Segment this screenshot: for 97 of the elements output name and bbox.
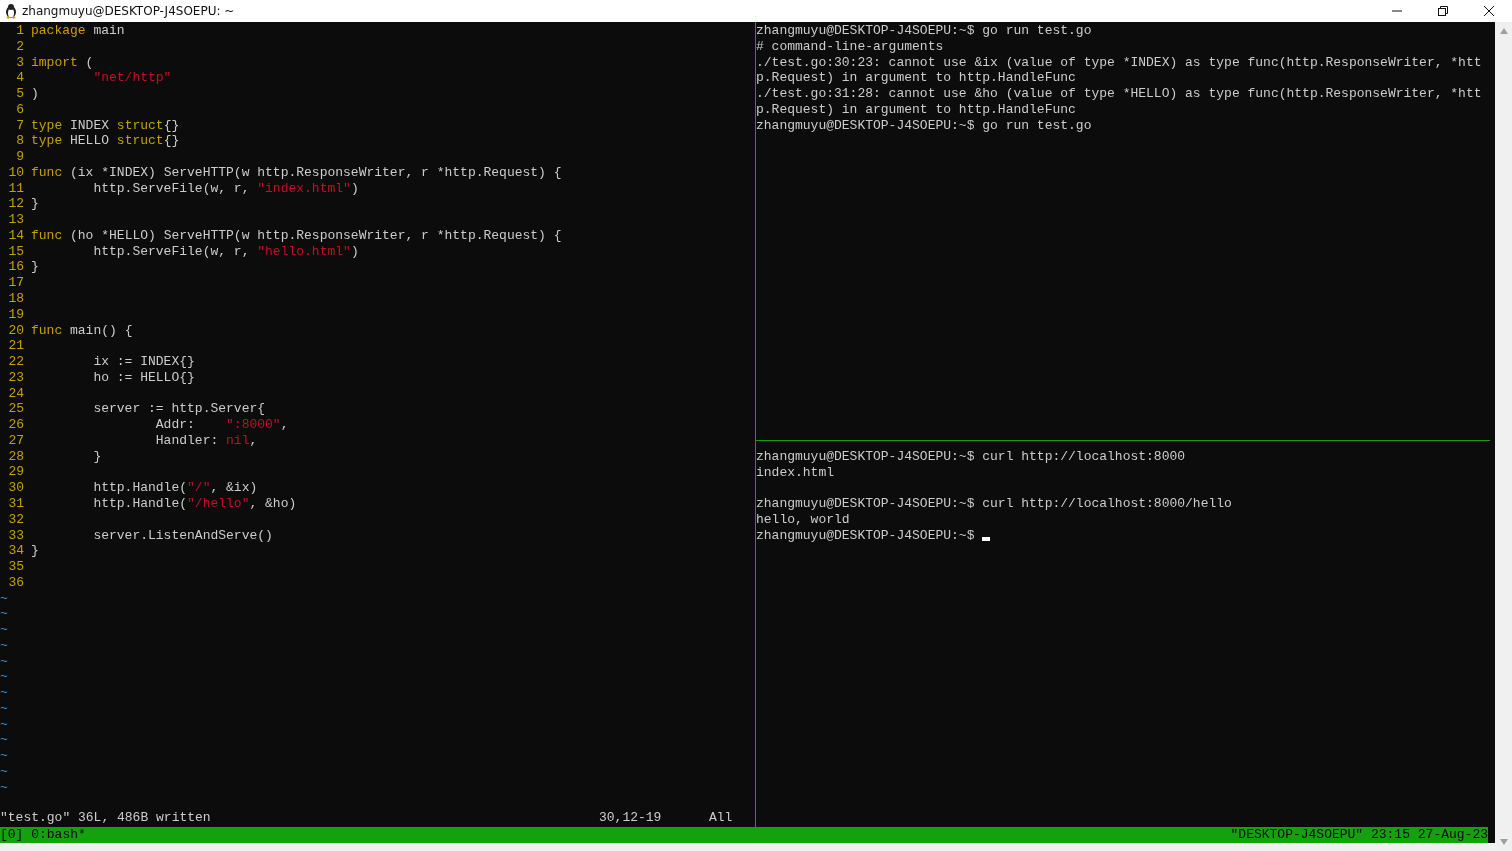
line-number: 25 <box>7 401 25 418</box>
terminal-line: zhangmuyu@DESKTOP-J4SOEPU:~$ curl http://localhost:8000 <box>756 449 1186 465</box>
host-clock: "DESKTOP-J4SOEPU" 23:15 27-Aug-23 <box>1230 827 1488 843</box>
empty-line-marker: ~ <box>0 779 8 795</box>
line-number: 29 <box>7 464 25 481</box>
line-number: 24 <box>7 385 25 402</box>
terminal-line: hello, world <box>756 512 850 528</box>
empty-line-marker: ~ <box>0 685 8 701</box>
empty-line-marker: ~ <box>0 590 8 606</box>
empty-line-marker: ~ <box>0 700 8 716</box>
empty-line-marker: ~ <box>0 748 8 764</box>
line-number: 22 <box>7 354 25 370</box>
line-number: 7 <box>15 117 25 134</box>
line-number: 34 <box>7 543 25 560</box>
line-number: 17 <box>7 275 25 291</box>
status-message: "test.go" 36L, 486B written <box>0 809 212 827</box>
scroll-up-icon[interactable] <box>1499 28 1508 34</box>
code-line: Handler: nil, <box>154 432 258 449</box>
line-number: 31 <box>7 495 25 512</box>
code-line: server.ListenAndServe() <box>92 527 273 544</box>
line-number: 14 <box>7 227 25 244</box>
scroll-down-icon[interactable] <box>1499 839 1508 845</box>
line-number: 26 <box>7 417 25 433</box>
code-line: ix := INDEX{} <box>92 354 195 370</box>
line-number: 35 <box>7 559 25 575</box>
code-line: } <box>31 259 39 276</box>
close-icon <box>1484 6 1494 16</box>
code-line: ) <box>31 86 39 102</box>
terminal-line: p.Request) in argument to http.HandleFunc <box>756 70 1076 87</box>
code-line: package main <box>31 23 125 39</box>
code-line: server := http.Server{ <box>92 401 266 418</box>
code-line: http.ServeFile(w, r, "index.html") <box>92 180 359 197</box>
scrollbar[interactable] <box>1495 22 1512 851</box>
line-number: 9 <box>15 149 25 165</box>
terminal-line: ./test.go:31:28: cannot use &ho (value of type *HELLO) as type func(http.ResponseWriter, *htt <box>756 86 1482 102</box>
penguin-icon <box>4 3 18 19</box>
cursor-position: 30,12-19 <box>599 809 663 827</box>
line-number: 6 <box>15 101 25 118</box>
restore-icon <box>1438 6 1448 16</box>
code-line: func (ix *INDEX) ServeHTTP(w http.ResponseWriter, r *http.Request) { <box>31 164 562 181</box>
terminal-line: zhangmuyu@DESKTOP-J4SOEPU:~$ <box>756 527 975 544</box>
code-line: "net/http" <box>92 70 172 87</box>
line-number: 36 <box>7 574 25 591</box>
line-number: 12 <box>7 196 25 213</box>
line-number: 5 <box>15 86 25 102</box>
empty-line-marker: ~ <box>0 622 8 638</box>
line-number: 15 <box>7 243 25 260</box>
terminal-line: p.Request) in argument to http.HandleFunc <box>756 101 1076 118</box>
line-number: 16 <box>7 259 25 276</box>
line-number: 3 <box>15 54 25 71</box>
empty-line-marker: ~ <box>0 669 8 685</box>
terminal-line: ./test.go:30:23: cannot use &ix (value of type *INDEX) as type func(http.ResponseWriter, *htt <box>756 54 1482 71</box>
line-number: 21 <box>7 338 25 355</box>
code-line: } <box>31 543 39 560</box>
code-line: http.ServeFile(w, r, "hello.html") <box>92 243 359 260</box>
line-number: 28 <box>7 448 25 465</box>
code-line: func (ho *HELLO) ServeHTTP(w http.ResponseWriter, r *http.Request) { <box>31 227 562 244</box>
cursor-block <box>982 536 991 541</box>
scroll-indicator: All <box>709 809 734 827</box>
empty-line-marker: ~ <box>0 764 8 779</box>
line-number: 4 <box>15 70 25 87</box>
terminal-line: zhangmuyu@DESKTOP-J4SOEPU:~$ go run test.go <box>756 23 1092 39</box>
line-number: 11 <box>7 180 25 197</box>
empty-line-marker: ~ <box>0 637 8 653</box>
terminal-line: zhangmuyu@DESKTOP-J4SOEPU:~$ curl http://localhost:8000/hello <box>756 496 1232 513</box>
terminal-line: # command-line-arguments <box>756 38 944 55</box>
terminal-line: zhangmuyu@DESKTOP-J4SOEPU:~$ go run test.go <box>756 117 1092 134</box>
line-number: 13 <box>7 212 25 228</box>
line-number: 2 <box>15 38 25 55</box>
code-line: type INDEX struct{} <box>31 117 180 134</box>
line-number: 27 <box>7 432 25 449</box>
window-list: [0] 0:bash* <box>0 827 86 843</box>
line-number: 23 <box>7 369 25 386</box>
code-line: ho := HELLO{} <box>92 369 195 386</box>
terminal-line: index.html <box>756 464 834 481</box>
line-number: 8 <box>15 133 25 150</box>
code-line: } <box>92 448 102 465</box>
line-number: 10 <box>7 164 25 181</box>
code-line: func main() { <box>31 322 133 339</box>
empty-line-marker: ~ <box>0 716 8 732</box>
line-number: 32 <box>7 511 25 528</box>
line-number: 1 <box>15 23 25 39</box>
line-number: 33 <box>7 527 25 544</box>
code-line: type HELLO struct{} <box>31 133 180 150</box>
line-number: 18 <box>7 291 25 307</box>
empty-line-marker: ~ <box>0 653 8 669</box>
line-number: 19 <box>7 306 25 323</box>
code-line: http.Handle("/hello", &ho) <box>92 495 297 512</box>
empty-line-marker: ~ <box>0 732 8 748</box>
code-line: } <box>31 196 39 213</box>
code-line: http.Handle("/", &ix) <box>92 480 258 496</box>
empty-line-marker: ~ <box>0 606 8 622</box>
code-line: import ( <box>31 54 94 71</box>
line-number: 20 <box>7 322 25 339</box>
line-number: 30 <box>7 480 25 496</box>
code-line: Addr: ":8000", <box>154 417 289 433</box>
window-title: zhangmuyu@DESKTOP-J4SOEPU: ~ <box>22 4 236 18</box>
